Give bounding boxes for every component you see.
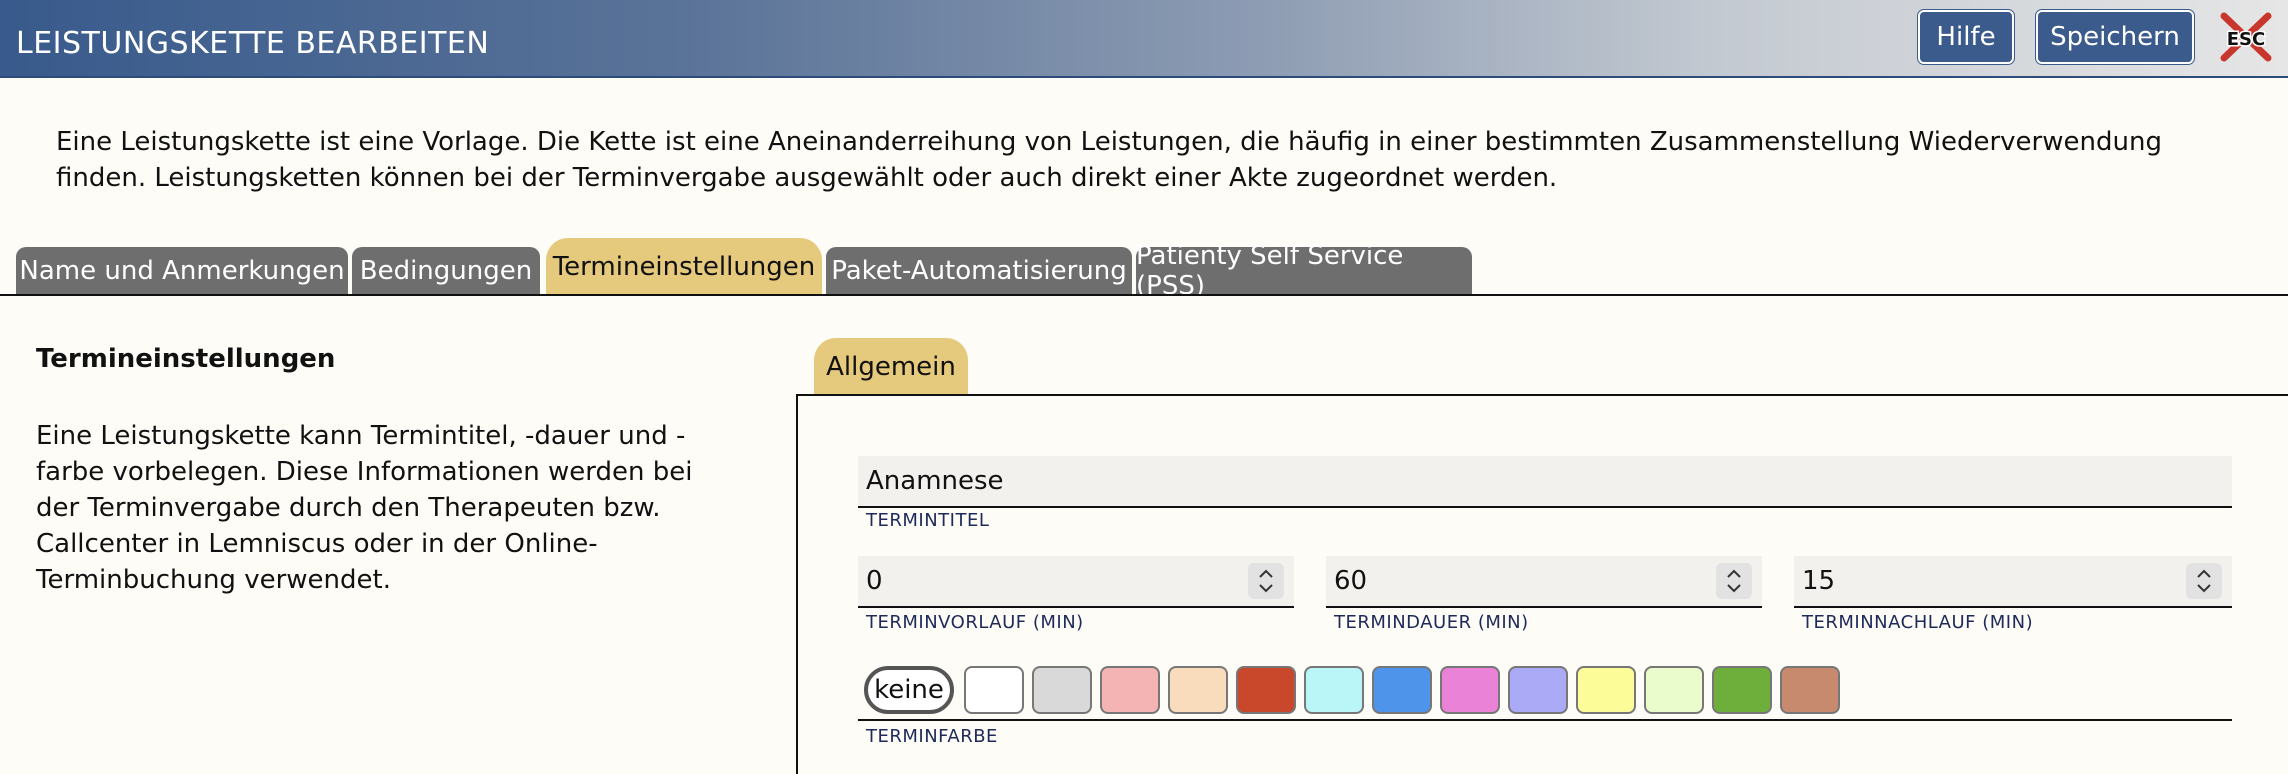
color-swatch[interactable] — [1236, 666, 1296, 714]
color-swatch[interactable] — [1508, 666, 1568, 714]
color-swatch[interactable] — [1372, 666, 1432, 714]
terminnachlauf-label: TERMINNACHLAUF (MIN) — [1802, 612, 2034, 633]
title-bar: LEISTUNGSKETTE BEARBEITEN Hilfe Speicher… — [0, 0, 2288, 78]
color-swatch[interactable] — [1168, 666, 1228, 714]
termindauer-value: 60 — [1334, 566, 1368, 596]
color-swatch[interactable] — [964, 666, 1024, 714]
save-button[interactable]: Speichern — [2036, 10, 2194, 64]
subtab-allgemein[interactable]: Allgemein — [814, 338, 968, 396]
section-title: Termineinstellungen — [36, 344, 336, 374]
esc-close-button[interactable]: ESC — [2218, 12, 2274, 62]
terminnachlauf-value: 15 — [1802, 566, 1836, 596]
tab-name-und-anmerkungen[interactable]: Name und Anmerkungen — [16, 247, 348, 295]
tabs-divider — [0, 294, 2288, 296]
color-swatch[interactable] — [1440, 666, 1500, 714]
intro-text: Eine Leistungskette ist eine Vorlage. Di… — [56, 127, 2162, 193]
color-none-option[interactable]: keine — [864, 666, 954, 714]
tab-termineinstellungen[interactable]: Termineinstellungen — [546, 238, 822, 296]
terminvorlauf-input[interactable]: 0 — [858, 556, 1294, 608]
color-divider — [858, 719, 2232, 721]
chevron-up-down-icon — [1259, 569, 1273, 593]
termindauer-stepper[interactable] — [1716, 563, 1752, 599]
tab-paket-automatisierung[interactable]: Paket-Automatisierung — [826, 247, 1132, 295]
help-button[interactable]: Hilfe — [1918, 10, 2014, 64]
section-description: Eine Leistungskette kann Termintitel, -d… — [36, 421, 693, 595]
terminfarbe-label: TERMINFARBE — [866, 726, 998, 747]
chevron-up-down-icon — [2197, 569, 2211, 593]
color-swatch[interactable] — [1712, 666, 1772, 714]
terminnachlauf-stepper[interactable] — [2186, 563, 2222, 599]
chevron-up-down-icon — [1727, 569, 1741, 593]
termintitel-input[interactable]: Anamnese — [858, 456, 2232, 508]
close-icon: ESC — [2220, 12, 2272, 62]
termintitel-value: Anamnese — [866, 466, 1004, 496]
color-swatch[interactable] — [1576, 666, 1636, 714]
terminvorlauf-value: 0 — [866, 566, 883, 596]
color-swatch[interactable] — [1032, 666, 1092, 714]
color-swatch[interactable] — [1644, 666, 1704, 714]
tab-bedingungen[interactable]: Bedingungen — [352, 247, 540, 295]
color-swatch[interactable] — [1304, 666, 1364, 714]
color-swatch[interactable] — [1780, 666, 1840, 714]
terminvorlauf-stepper[interactable] — [1248, 563, 1284, 599]
esc-label: ESC — [2227, 29, 2265, 50]
termindauer-input[interactable]: 60 — [1326, 556, 1762, 608]
terminvorlauf-label: TERMINVORLAUF (MIN) — [866, 612, 1084, 633]
termintitel-label: TERMINTITEL — [866, 510, 990, 531]
termindauer-label: TERMINDAUER (MIN) — [1334, 612, 1529, 633]
page-title: LEISTUNGSKETTE BEARBEITEN — [16, 26, 490, 61]
color-swatch[interactable] — [1100, 666, 1160, 714]
terminnachlauf-input[interactable]: 15 — [1794, 556, 2232, 608]
tab-patienty-self-service[interactable]: Patienty Self Service (PSS) — [1136, 241, 1472, 301]
